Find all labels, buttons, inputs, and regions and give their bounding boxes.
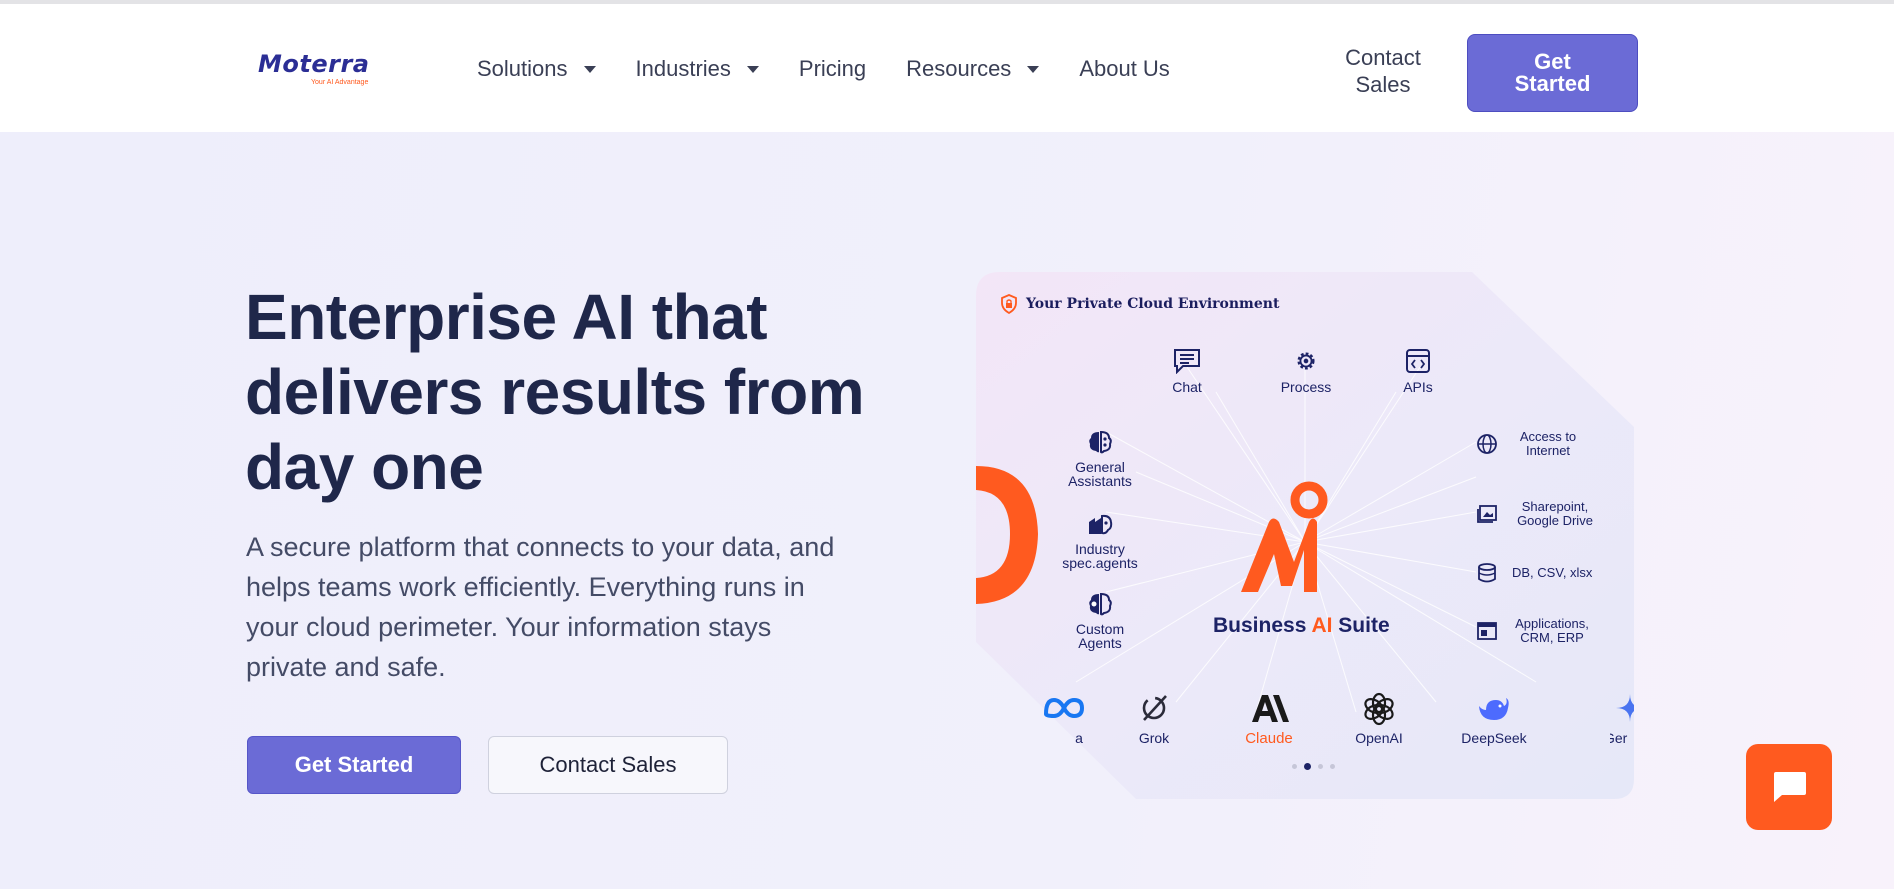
provider-grok: Grok <box>1126 692 1182 746</box>
brain-icon <box>1089 430 1112 454</box>
node-label: Access to Internet <box>1519 429 1577 458</box>
provider-label: Ger <box>1610 730 1628 746</box>
node-label: APIs <box>1403 379 1433 395</box>
provider-openai: OpenAI <box>1348 692 1410 746</box>
node-label: Process <box>1280 379 1332 395</box>
nav-item-industries[interactable]: Industries <box>636 56 759 82</box>
nav-label: About Us <box>1079 56 1170 81</box>
provider-label: a <box>1075 730 1083 746</box>
carousel-dot[interactable] <box>1292 764 1297 769</box>
logo[interactable]: Moterra Your AI Advantage <box>258 50 378 92</box>
node-label: Sharepoint, Google Drive <box>1517 499 1593 528</box>
database-icon <box>1478 563 1496 583</box>
node-process[interactable]: Process <box>1274 348 1338 394</box>
factory-brain-icon <box>1089 514 1113 535</box>
carousel-dot-active[interactable] <box>1304 763 1311 770</box>
nav-item-solutions[interactable]: Solutions <box>477 56 596 82</box>
deepseek-logo-icon <box>1479 698 1509 720</box>
carousel-dots <box>1292 763 1342 770</box>
node-label: Applications, CRM, ERP <box>1515 616 1589 645</box>
provider-gemini: Ger <box>1610 692 1634 746</box>
code-window-icon <box>1406 349 1430 373</box>
meta-logo-icon <box>1043 697 1085 719</box>
node-internet[interactable]: Access to Internet <box>1476 430 1584 458</box>
logo-tagline: Your AI Advantage <box>311 79 369 86</box>
globe-icon <box>1477 434 1497 454</box>
environment-label: Your Private Cloud Environment <box>1000 294 1279 314</box>
openai-logo-icon <box>1364 692 1394 726</box>
grok-logo-icon <box>1142 695 1167 721</box>
anthropic-logo-icon <box>1252 695 1289 722</box>
app-window-icon <box>1477 622 1497 640</box>
hero-get-started-button[interactable]: Get Started <box>247 736 461 794</box>
node-label: Industry spec.agents <box>1062 541 1138 571</box>
caret-down-icon <box>583 65 596 73</box>
gemini-logo-icon <box>1616 694 1634 722</box>
chat-widget-button[interactable] <box>1746 744 1832 830</box>
contact-sales-link[interactable]: Contact Sales <box>1330 44 1436 98</box>
chat-bubble-icon <box>1774 772 1806 802</box>
nav-item-resources[interactable]: Resources <box>906 56 1040 82</box>
node-label: Custom Agents <box>1075 621 1125 651</box>
carousel-dot[interactable] <box>1330 764 1335 769</box>
nav-item-pricing[interactable]: Pricing <box>799 56 866 82</box>
node-general-assistants[interactable]: General Assistants <box>1060 430 1140 488</box>
provider-meta: a <box>1042 692 1086 746</box>
suite-ai-highlight: AI <box>1311 614 1333 637</box>
nav-item-about-us[interactable]: About Us <box>1079 56 1170 82</box>
main-nav: Solutions Industries Pricing Resources A… <box>477 56 1210 82</box>
hero-subtitle: A secure platform that connects to your … <box>246 532 835 682</box>
get-started-button[interactable]: Get Started <box>1467 34 1638 112</box>
get-started-label: Get Started <box>1514 49 1591 96</box>
caret-down-icon <box>1027 65 1040 73</box>
nav-label: Solutions <box>477 56 568 81</box>
node-chat[interactable]: Chat <box>1161 348 1213 394</box>
nav-label: Resources <box>906 56 1012 81</box>
chat-icon <box>1174 349 1200 374</box>
node-custom-agents[interactable]: Custom Agents <box>1060 592 1140 650</box>
shield-lock-icon <box>1001 294 1017 314</box>
node-label: Chat <box>1172 379 1202 395</box>
node-sharepoint[interactable]: Sharepoint, Google Drive <box>1476 500 1598 528</box>
node-label: DB, CSV, xlsx <box>1512 565 1593 580</box>
business-ai-suite-label: Business AI Suite <box>1213 614 1390 638</box>
hero-title: Enterprise AI that delivers results from… <box>245 281 865 503</box>
node-label: General Assistants <box>1068 459 1132 489</box>
caret-down-icon <box>746 65 759 73</box>
gear-brain-icon <box>1089 592 1112 616</box>
node-database[interactable]: DB, CSV, xlsx <box>1476 562 1592 584</box>
nav-label: Pricing <box>798 56 867 81</box>
carousel-dot[interactable] <box>1318 764 1323 769</box>
node-applications[interactable]: Applications, CRM, ERP <box>1476 617 1592 645</box>
node-apis[interactable]: APIs <box>1394 348 1442 394</box>
provider-label: OpenAI <box>1355 730 1403 746</box>
nav-label: Industries <box>635 56 731 81</box>
site-header: Moterra Your AI Advantage Solutions Indu… <box>0 4 1894 132</box>
provider-label: DeepSeek <box>1461 730 1527 746</box>
platform-diagram: Your Private Cloud Environment Chat Proc… <box>976 272 1634 799</box>
folder-image-icon <box>1477 505 1497 523</box>
gear-icon <box>1297 352 1315 370</box>
hero-contact-sales-button[interactable]: Contact Sales <box>488 736 728 794</box>
provider-claude: Claude <box>1236 692 1302 747</box>
node-industry-agents[interactable]: Industry spec.agents <box>1060 512 1140 570</box>
suite-prefix: Business <box>1213 614 1307 637</box>
provider-deepseek: DeepSeek <box>1456 692 1532 746</box>
logo-wordmark: Moterra <box>258 50 370 78</box>
environment-label-text: Your Private Cloud Environment <box>1026 296 1280 312</box>
provider-label: Grok <box>1138 730 1170 746</box>
provider-label: Claude <box>1245 730 1293 747</box>
suite-suffix: Suite <box>1338 614 1390 637</box>
